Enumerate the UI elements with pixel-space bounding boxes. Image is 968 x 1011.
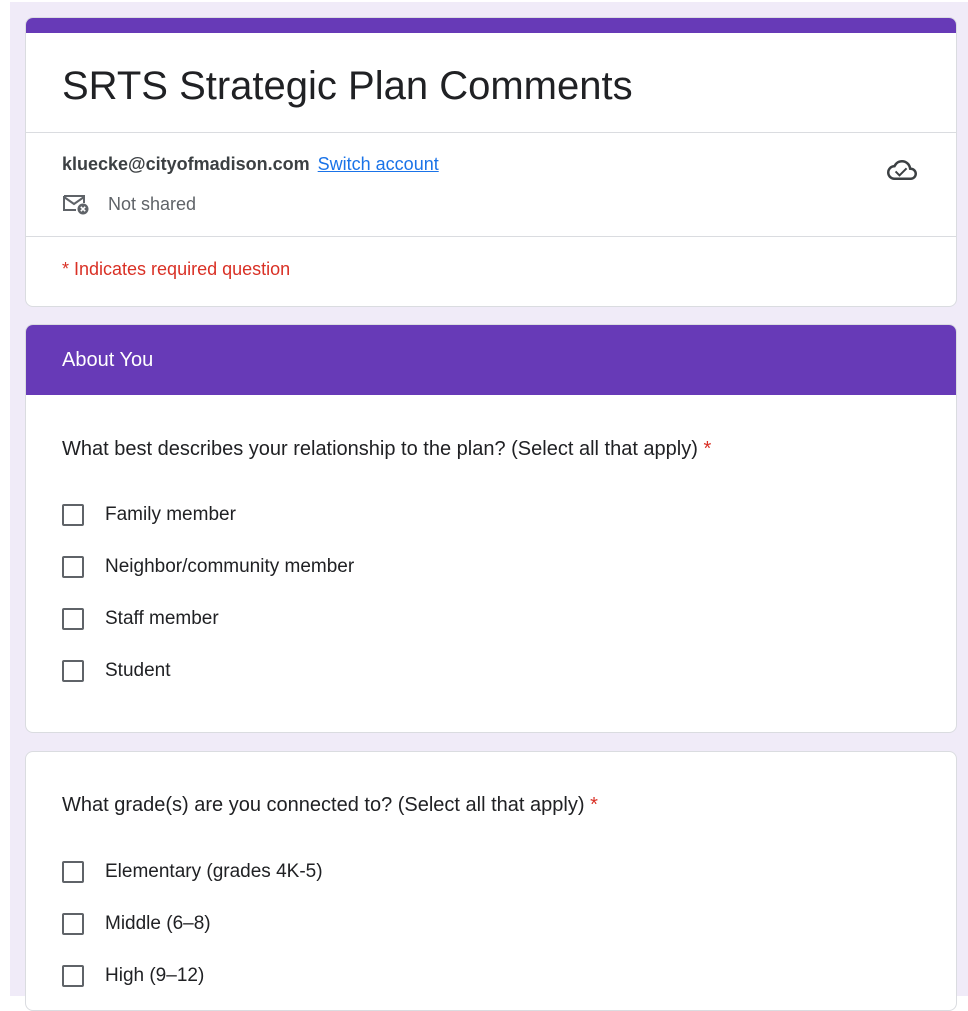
switch-account-link[interactable]: Switch account bbox=[318, 154, 439, 174]
divider bbox=[26, 236, 956, 237]
checkbox[interactable] bbox=[62, 965, 84, 987]
account-line: kluecke@cityofmadison.com Switch account bbox=[62, 153, 439, 175]
checkbox-option-family-member[interactable]: Family member bbox=[62, 503, 236, 527]
required-asterisk: * bbox=[590, 794, 598, 816]
account-email: kluecke@cityofmadison.com bbox=[62, 154, 310, 174]
question-text: What grade(s) are you connected to? (Sel… bbox=[62, 794, 585, 816]
form-title: SRTS Strategic Plan Comments bbox=[62, 64, 633, 108]
accent-bar bbox=[26, 18, 956, 33]
required-note: * Indicates required question bbox=[62, 259, 291, 279]
divider bbox=[26, 132, 956, 133]
section-title: About You bbox=[62, 349, 154, 371]
required-asterisk: * bbox=[703, 438, 712, 460]
cloud-saved-icon[interactable] bbox=[887, 155, 917, 185]
sharing-status-text: Not shared bbox=[108, 193, 197, 214]
checkbox-option-middle[interactable]: Middle (6–8) bbox=[62, 912, 211, 936]
checkbox-option-neighbor[interactable]: Neighbor/community member bbox=[62, 555, 354, 579]
option-label: Family member bbox=[105, 504, 236, 525]
option-label: High (9–12) bbox=[105, 965, 205, 986]
form-header-card: SRTS Strategic Plan Comments kluecke@cit… bbox=[25, 17, 957, 307]
checkbox-option-student[interactable]: Student bbox=[62, 659, 171, 683]
checkbox-option-high[interactable]: High (9–12) bbox=[62, 964, 204, 988]
option-label: Middle (6–8) bbox=[105, 913, 211, 934]
option-label: Staff member bbox=[105, 608, 219, 629]
question-card-grades: What grade(s) are you connected to? (Sel… bbox=[25, 751, 957, 1011]
checkbox[interactable] bbox=[62, 861, 84, 883]
sharing-status: Not shared bbox=[62, 192, 196, 216]
checkbox-option-elementary[interactable]: Elementary (grades 4K-5) bbox=[62, 860, 323, 884]
checkbox[interactable] bbox=[62, 504, 84, 526]
checkbox[interactable] bbox=[62, 660, 84, 682]
checkbox-option-staff-member[interactable]: Staff member bbox=[62, 607, 219, 631]
option-label: Student bbox=[105, 660, 171, 681]
checkbox[interactable] bbox=[62, 608, 84, 630]
section-header: About You bbox=[26, 325, 956, 395]
checkbox[interactable] bbox=[62, 556, 84, 578]
mail-not-shared-icon bbox=[63, 195, 89, 215]
checkbox[interactable] bbox=[62, 913, 84, 935]
question-text: What best describes your relationship to… bbox=[62, 438, 698, 460]
option-label: Neighbor/community member bbox=[105, 556, 355, 577]
section-card-about-you: About You What best describes your relat… bbox=[25, 324, 957, 733]
question-title: What grade(s) are you connected to? (Sel… bbox=[62, 792, 598, 818]
question-title: What best describes your relationship to… bbox=[62, 436, 711, 462]
option-label: Elementary (grades 4K-5) bbox=[105, 861, 323, 882]
